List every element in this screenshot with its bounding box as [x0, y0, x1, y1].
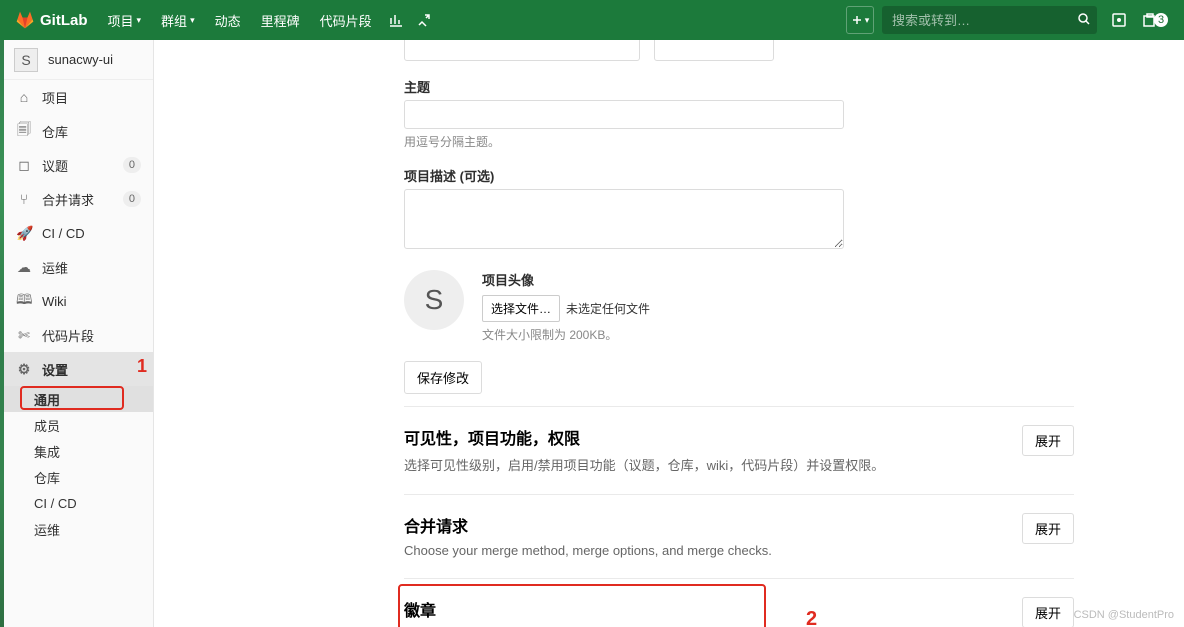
section-merge: 合并请求 Choose your merge method, merge opt… [404, 494, 1074, 566]
search-input[interactable] [882, 6, 1097, 34]
sidebar-item-settings[interactable]: ⚙设置 [4, 352, 153, 386]
sidebar-item-cicd[interactable]: 🚀CI / CD [4, 216, 153, 250]
topics-hint: 用逗号分隔主题。 [404, 133, 1074, 150]
sidebar-item-issues[interactable]: ◻议题0 [4, 148, 153, 182]
choose-file-button[interactable]: 选择文件… [482, 295, 560, 322]
project-name: sunacwy-ui [48, 52, 113, 67]
nav-snippets[interactable]: 代码片段 [310, 0, 382, 40]
section-desc: Choose your merge method, merge options,… [404, 543, 1002, 558]
section-title: 可见性，项目功能，权限 [404, 425, 1002, 449]
section-title: 合并请求 [404, 513, 1002, 537]
nav-groups[interactable]: 群组▾ [151, 0, 205, 40]
desc-textarea[interactable] [404, 189, 844, 249]
sidebar-project-head[interactable]: S sunacwy-ui [4, 40, 153, 80]
top-header: GitLab 项目▾ 群组▾ 动态 里程碑 代码片段 ▾ 3 [0, 0, 1184, 40]
nav-activity[interactable]: 动态 [205, 0, 251, 40]
section-badges: 徽章 自定义您的项目徽章。 了解有关徽章的更多信息。 展开 [404, 578, 1074, 627]
section-visibility: 可见性，项目功能，权限 选择可见性级别，启用/禁用项目功能（议题，仓库，wiki… [404, 406, 1074, 482]
id-field[interactable] [654, 40, 774, 61]
file-status-text: 未选定任何文件 [566, 300, 650, 317]
name-field[interactable] [404, 40, 640, 61]
brand-text: GitLab [40, 12, 88, 29]
wiki-icon: 🕮 [16, 289, 32, 313]
sidebar-item-ops[interactable]: ☁运维 [4, 250, 153, 284]
issues-icon[interactable] [1105, 12, 1133, 28]
annotation-1: 1 [137, 356, 147, 377]
nav-projects[interactable]: 项目▾ [98, 0, 152, 40]
chevron-down-icon: ▾ [190, 15, 195, 26]
sidebar-item-snippets[interactable]: ✄代码片段 [4, 318, 153, 352]
chevron-down-icon: ▾ [865, 15, 870, 26]
todos-icon[interactable]: 3 [1141, 12, 1169, 28]
nav-milestones[interactable]: 里程碑 [251, 0, 310, 40]
sub-item-integrations[interactable]: 集成 [4, 438, 153, 464]
merge-icon: ⑂ [16, 191, 32, 207]
plus-icon [851, 14, 863, 26]
nav-stats-icon[interactable] [382, 12, 410, 28]
brand-logo[interactable]: GitLab [15, 10, 88, 30]
scissors-icon: ✄ [16, 327, 32, 344]
sub-item-cicd[interactable]: CI / CD [4, 490, 153, 516]
new-button[interactable]: ▾ [846, 6, 874, 34]
sub-item-general[interactable]: 通用 [4, 386, 153, 412]
rocket-icon: 🚀 [16, 225, 32, 242]
gitlab-icon [15, 10, 35, 30]
section-desc: 选择可见性级别，启用/禁用项目功能（议题，仓库，wiki，代码片段）并设置权限。 [404, 455, 1002, 474]
avatar-label: 项目头像 [482, 270, 650, 289]
watermark-text: CSDN @StudentPro [1074, 609, 1174, 621]
annotation-2: 2 [806, 608, 817, 627]
todo-count: 3 [1154, 13, 1168, 27]
sidebar-item-repo[interactable]: 🗐仓库 [4, 114, 153, 148]
repo-icon: 🗐 [16, 119, 32, 143]
nav-admin-icon[interactable] [410, 12, 438, 28]
sub-item-repo[interactable]: 仓库 [4, 464, 153, 490]
expand-button[interactable]: 展开 [1022, 425, 1074, 456]
topics-label: 主题 [404, 77, 1074, 96]
search-icon[interactable] [1077, 12, 1091, 29]
expand-button[interactable]: 展开 [1022, 597, 1074, 627]
sidebar-item-wiki[interactable]: 🕮Wiki [4, 284, 153, 318]
issues-count: 0 [123, 157, 141, 173]
merge-count: 0 [123, 191, 141, 207]
project-avatar: S [14, 48, 38, 72]
issues-icon: ◻ [16, 157, 32, 174]
sidebar-item-project[interactable]: ⌂项目 [4, 80, 153, 114]
sub-item-ops[interactable]: 运维 [4, 516, 153, 542]
gear-icon: ⚙ [16, 361, 32, 378]
sidebar: S sunacwy-ui ⌂项目 🗐仓库 ◻议题0 ⑂合并请求0 🚀CI / C… [4, 40, 154, 627]
header-search [882, 6, 1097, 34]
sidebar-item-merge[interactable]: ⑂合并请求0 [4, 182, 153, 216]
chevron-down-icon: ▾ [137, 15, 142, 26]
ops-icon: ☁ [16, 259, 32, 276]
main-content: 主题 用逗号分隔主题。 项目描述 (可选) S 项目头像 选择文件… 未选定任何… [154, 40, 1184, 627]
sub-item-members[interactable]: 成员 [4, 412, 153, 438]
topics-input[interactable] [404, 100, 844, 129]
project-big-avatar: S [404, 270, 464, 330]
section-title: 徽章 [404, 597, 1002, 621]
save-button[interactable]: 保存修改 [404, 361, 482, 394]
desc-label: 项目描述 (可选) [404, 166, 1074, 185]
expand-button[interactable]: 展开 [1022, 513, 1074, 544]
home-icon: ⌂ [16, 89, 32, 105]
file-hint: 文件大小限制为 200KB。 [482, 326, 650, 343]
